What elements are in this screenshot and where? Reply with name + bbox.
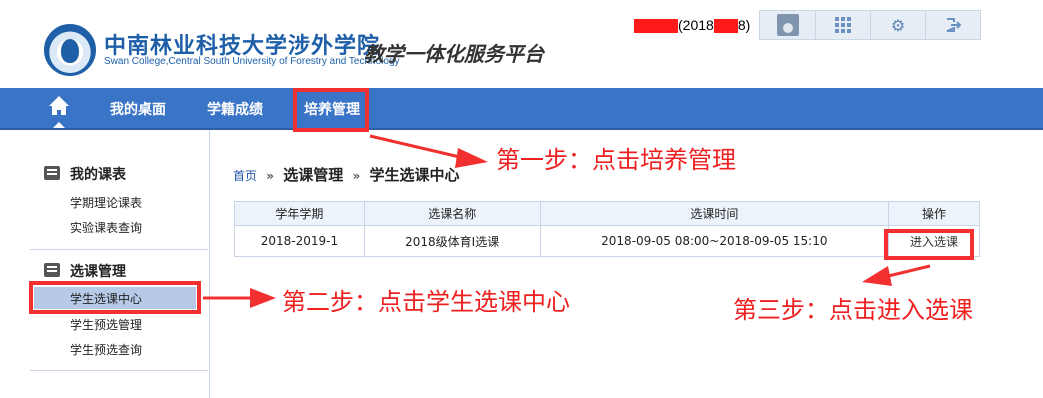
nav-student-records[interactable]: 学籍成绩	[207, 99, 263, 119]
annotation-step1: 第一步：点击培养管理	[496, 146, 736, 174]
sidebar-group-course-selection[interactable]: 选课管理	[70, 261, 126, 281]
arrow-step3	[883, 264, 931, 279]
breadcrumb-home-link[interactable]: 首页	[233, 169, 257, 183]
redacted-id	[713, 19, 738, 34]
cell-name: 2018级体育Ⅰ选课	[363, 225, 541, 257]
sidebar-group-my-schedule[interactable]: 我的课表	[70, 164, 126, 184]
page-header: 中南林业科技大学涉外学院 Swan College,Central South …	[0, 0, 1043, 88]
sidebar-item-lab-schedule[interactable]: 实验课表查询	[70, 219, 142, 236]
highlight-box-step2	[29, 281, 201, 314]
course-selection-table: 学年学期 选课名称 选课时间 操作 2018-2019-1 2018级体育Ⅰ选课…	[234, 201, 980, 257]
highlight-box-step3	[884, 229, 974, 260]
column-header-name: 选课名称	[363, 201, 541, 226]
header-toolbar: ⚙	[759, 10, 981, 40]
avatar-icon	[776, 14, 799, 36]
annotation-step3: 第三步：点击进入选课	[733, 296, 973, 324]
avatar-button[interactable]	[760, 11, 815, 39]
breadcrumb-level1: 选课管理	[283, 166, 344, 184]
sidebar-divider	[30, 249, 208, 250]
cell-term: 2018-2019-1	[234, 225, 365, 257]
breadcrumb-separator: »	[352, 169, 361, 183]
sidebar-divider	[30, 370, 208, 371]
settings-button[interactable]: ⚙	[870, 11, 925, 39]
column-header-time: 选课时间	[539, 201, 890, 226]
breadcrumb-separator: »	[266, 169, 275, 183]
arrowhead-step1	[455, 148, 488, 168]
gear-icon: ⚙	[890, 15, 906, 35]
home-icon[interactable]	[48, 96, 70, 118]
table-header-row: 学年学期 选课名称 选课时间 操作	[234, 201, 980, 226]
column-header-term: 学年学期	[234, 201, 365, 226]
column-header-action: 操作	[888, 201, 980, 226]
course-selection-icon	[44, 263, 60, 277]
arrow-step1	[369, 134, 465, 160]
arrowhead-step3	[862, 266, 892, 286]
school-logo	[44, 24, 96, 76]
active-caret	[53, 122, 65, 128]
cell-time: 2018-09-05 08:00~2018-09-05 15:10	[539, 225, 890, 257]
user-id-open: (2018	[678, 17, 714, 33]
school-name-en: Swan College,Central South University of…	[104, 56, 400, 67]
table-row: 2018-2019-1 2018级体育Ⅰ选课 2018-09-05 08:00~…	[234, 225, 980, 257]
nav-my-desktop[interactable]: 我的桌面	[110, 99, 166, 119]
breadcrumb: 首页 » 选课管理 » 学生选课中心	[233, 164, 460, 185]
apps-button[interactable]	[815, 11, 870, 39]
annotation-step2: 第二步：点击学生选课中心	[282, 288, 570, 316]
redacted-name	[634, 19, 678, 34]
arrowhead-step2	[250, 288, 276, 308]
sidebar-item-preselect-query[interactable]: 学生预选查询	[70, 341, 142, 358]
sidebar-item-preselect-manage[interactable]: 学生预选管理	[70, 316, 142, 333]
user-id-close: 8)	[737, 17, 751, 33]
apps-grid-icon	[835, 17, 851, 33]
highlight-box-step1	[293, 88, 369, 132]
main-navbar: 我的桌面 学籍成绩 培养管理	[0, 88, 1043, 130]
logout-icon	[946, 18, 961, 32]
logout-button[interactable]	[925, 11, 980, 39]
breadcrumb-level2: 学生选课中心	[369, 166, 460, 184]
sidebar-item-term-schedule[interactable]: 学期理论课表	[70, 194, 142, 211]
schedule-icon	[44, 166, 60, 180]
user-info: (2018 8)	[634, 17, 751, 34]
platform-title: 教学一体化服务平台	[364, 42, 544, 66]
